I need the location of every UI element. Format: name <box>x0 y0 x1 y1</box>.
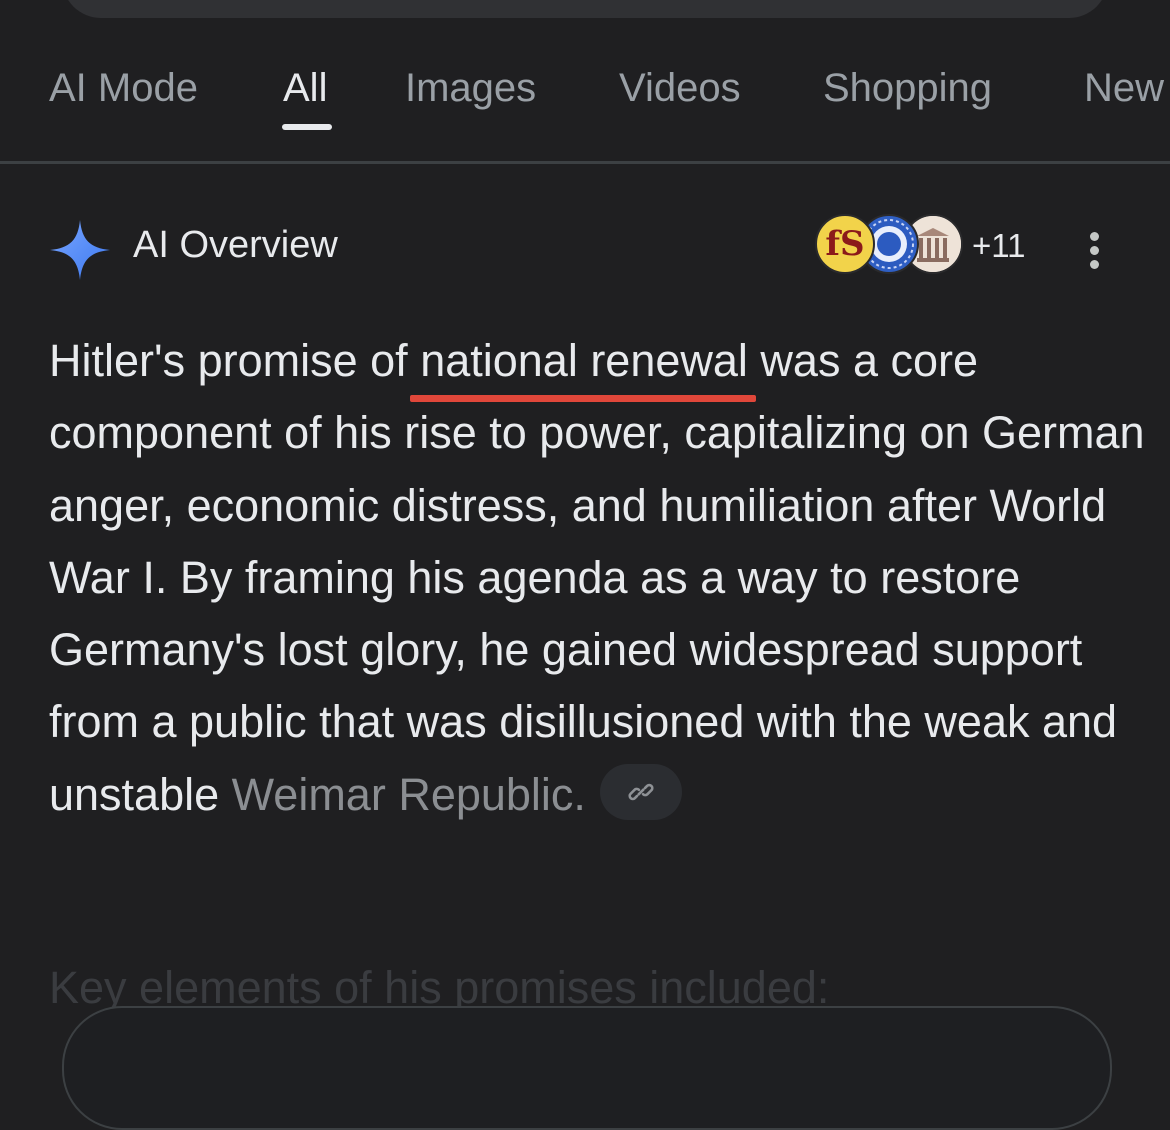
ai-overview-title: AI Overview <box>133 224 338 266</box>
search-tabs: AI Mode All Images Videos Shopping New <box>0 0 1170 162</box>
tab-news[interactable]: New <box>1084 65 1164 111</box>
source-avatars[interactable]: fS <box>815 214 975 278</box>
active-tab-indicator <box>282 124 332 130</box>
tab-images[interactable]: Images <box>405 65 536 111</box>
tab-all[interactable]: All <box>283 65 327 111</box>
bottom-card[interactable] <box>62 1006 1112 1130</box>
tab-shopping[interactable]: Shopping <box>823 65 992 111</box>
paragraph-text-faded: Weimar Republic. <box>231 768 586 820</box>
highlight-underline <box>410 395 756 402</box>
highlighted-phrase: national renewal <box>410 335 756 402</box>
tab-ai-mode[interactable]: AI Mode <box>49 65 198 111</box>
highlighted-phrase-text: national renewal <box>420 335 748 386</box>
paragraph-text-before: Hitler's promise of <box>49 335 421 386</box>
tab-videos[interactable]: Videos <box>619 65 741 111</box>
avatar-label: fS <box>825 224 865 264</box>
link-icon <box>628 783 654 801</box>
more-sources-count[interactable]: +11 <box>972 226 1026 266</box>
divider <box>0 161 1170 164</box>
more-vert-icon[interactable] <box>1082 228 1108 272</box>
paragraph-text-after: was a core component of his rise to powe… <box>49 335 1145 820</box>
source-link-button[interactable] <box>599 763 682 820</box>
avatar[interactable]: fS <box>815 214 875 274</box>
ai-overview-paragraph: Hitler's promise of national renewal was… <box>49 325 1149 831</box>
sparkle-icon <box>50 220 110 280</box>
